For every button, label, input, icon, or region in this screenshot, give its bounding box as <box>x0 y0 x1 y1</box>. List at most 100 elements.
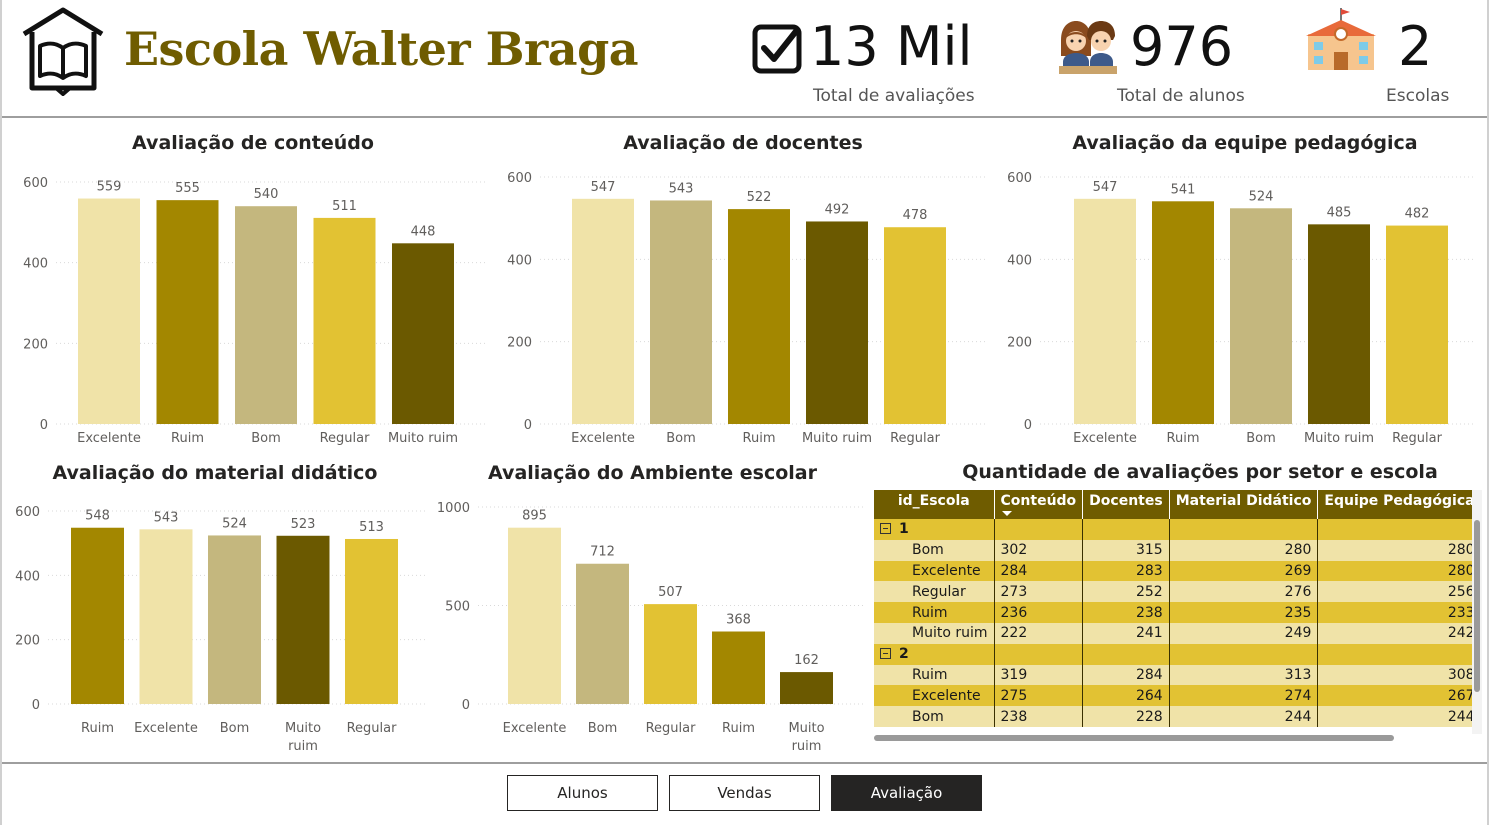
matrix-table-container[interactable]: id_Escola Conteúdo Docentes Material Didáti… <box>874 490 1472 734</box>
collapse-icon[interactable] <box>880 648 891 660</box>
x-tick-label: Regular <box>320 431 371 446</box>
bar[interactable] <box>392 243 454 424</box>
y-tick-label: 0 <box>32 698 40 713</box>
kpi-total-evaluations-label: Total de avaliações <box>813 86 975 106</box>
school-book-icon <box>22 7 104 96</box>
chart-conteudo-plot: 0 200 400 600 559 Excelente 555 Ruim 540 Bom 511 Re… <box>23 176 485 446</box>
x-tick-label: Bom <box>1246 431 1276 446</box>
data-label: 712 <box>590 545 615 560</box>
bar[interactable] <box>78 198 140 424</box>
data-label: 513 <box>359 520 384 535</box>
data-label: 895 <box>522 509 547 524</box>
nav-button-vendas[interactable]: Vendas <box>669 775 820 811</box>
data-label: 485 <box>1327 205 1352 220</box>
header-divider <box>2 116 1487 118</box>
y-tick-label: 400 <box>1007 253 1032 268</box>
chart-material-didatico: Avaliação do material didático 0 200 400 60… <box>0 454 430 759</box>
x-tick-label: Excelente <box>77 431 141 446</box>
column-header[interactable]: id_Escola <box>874 490 995 519</box>
students-icon <box>1059 21 1117 74</box>
bar[interactable] <box>1074 198 1136 424</box>
school-building-icon <box>1306 8 1376 70</box>
table-row: Bom 238 228 244 244 <box>874 706 1472 727</box>
bar[interactable] <box>780 672 833 704</box>
data-label: 547 <box>1093 180 1118 195</box>
bar[interactable] <box>156 200 219 424</box>
y-tick-label: 0 <box>40 418 48 433</box>
bar[interactable] <box>345 538 398 704</box>
collapse-icon[interactable] <box>880 523 891 535</box>
bar[interactable] <box>1152 201 1214 424</box>
bar[interactable] <box>576 563 629 704</box>
bar[interactable] <box>712 631 765 704</box>
bar[interactable] <box>1308 224 1370 424</box>
data-label: 555 <box>175 181 200 196</box>
bar[interactable] <box>313 217 376 424</box>
data-label: 543 <box>154 510 179 525</box>
bar[interactable] <box>806 221 868 424</box>
bar[interactable] <box>728 209 790 424</box>
x-tick-label: Ruim <box>81 721 114 736</box>
sort-descending-icon <box>1001 511 1012 516</box>
data-label: 543 <box>669 181 694 196</box>
nav-button-avaliacao[interactable]: Avaliação <box>831 775 982 811</box>
data-label: 511 <box>332 199 357 214</box>
y-tick-label: 600 <box>1007 171 1032 186</box>
bar[interactable] <box>208 535 261 704</box>
vertical-scroll-thumb[interactable] <box>1474 520 1480 692</box>
column-header[interactable]: Equipe Pedagógica <box>1317 490 1472 519</box>
data-label: 523 <box>291 517 316 532</box>
chart-equipe-plot: 0 200 400 600 547 Excelente 541 Ruim 524 Bom 485 Mu… <box>1007 171 1475 446</box>
bar[interactable] <box>1386 225 1448 424</box>
y-tick-label: 1000 <box>437 501 470 516</box>
data-label: 559 <box>97 180 122 195</box>
bar[interactable] <box>650 200 712 424</box>
y-tick-label: 200 <box>507 336 532 351</box>
chart-title: Avaliação de conteúdo <box>132 132 374 154</box>
x-tick-label: Excelente <box>503 721 567 736</box>
y-tick-label: 0 <box>1024 418 1032 433</box>
bar[interactable] <box>572 198 634 424</box>
y-tick-label: 600 <box>507 171 532 186</box>
y-tick-label: 500 <box>445 600 470 615</box>
data-label: 482 <box>1405 207 1430 222</box>
data-label: 541 <box>1171 182 1196 197</box>
chart-equipe-pedagogica: Avaliação da equipe pedagógica 0 200 400 60… <box>990 124 1480 454</box>
horizontal-scrollbar[interactable] <box>874 735 1394 741</box>
column-header[interactable]: Material Didático <box>1169 490 1319 519</box>
bar[interactable] <box>508 527 561 704</box>
bar[interactable] <box>235 206 297 424</box>
y-tick-label: 200 <box>23 337 48 352</box>
column-header[interactable]: Docentes <box>1082 490 1170 519</box>
data-label: 540 <box>254 187 279 202</box>
chart-ambiente-plot: 0 500 1000 895 Excelente 712 Bom 507 Regular 368 R… <box>437 501 865 754</box>
x-tick-label: Regular <box>347 721 398 736</box>
x-tick-label: Excelente <box>571 431 635 446</box>
data-label: 522 <box>747 190 772 205</box>
x-tick-label: Muito ruim <box>388 431 458 446</box>
table-row: Regular 273 252 276 256 <box>874 581 1472 603</box>
data-label: 368 <box>726 613 751 628</box>
y-tick-label: 600 <box>15 505 40 520</box>
bar[interactable] <box>71 527 124 704</box>
bar[interactable] <box>1230 208 1292 424</box>
bar[interactable] <box>139 529 193 704</box>
bar[interactable] <box>644 604 697 704</box>
chart-title: Avaliação do material didático <box>52 462 378 484</box>
y-tick-label: 400 <box>23 257 48 272</box>
data-label: 524 <box>1249 189 1274 204</box>
bar[interactable] <box>276 535 330 704</box>
table-row: Bom 302 315 280 280 <box>874 539 1472 561</box>
page-title: Escola Walter Braga <box>124 22 639 76</box>
chart-docentes-plot: 0 200 400 600 547 Excelente 543 Bom 522 Ruim 492 Mu… <box>507 171 985 446</box>
chart-conteudo: Avaliação de conteúdo 0 200 400 600 559 Excel… <box>0 124 490 454</box>
nav-button-alunos[interactable]: Alunos <box>507 775 658 811</box>
column-header[interactable]: Conteúdo <box>994 490 1084 519</box>
x-tick-label: Ruim <box>1167 431 1200 446</box>
x-tick-label: Bom <box>666 431 696 446</box>
table-row: Excelente 284 283 269 280 <box>874 560 1472 582</box>
chart-docentes: Avaliação de docentes 0 200 400 600 547 Excel… <box>490 124 990 454</box>
bar[interactable] <box>884 227 946 424</box>
table-row: Excelente 275 264 274 267 <box>874 685 1472 707</box>
kpi-total-students-label: Total de alunos <box>1117 86 1245 106</box>
